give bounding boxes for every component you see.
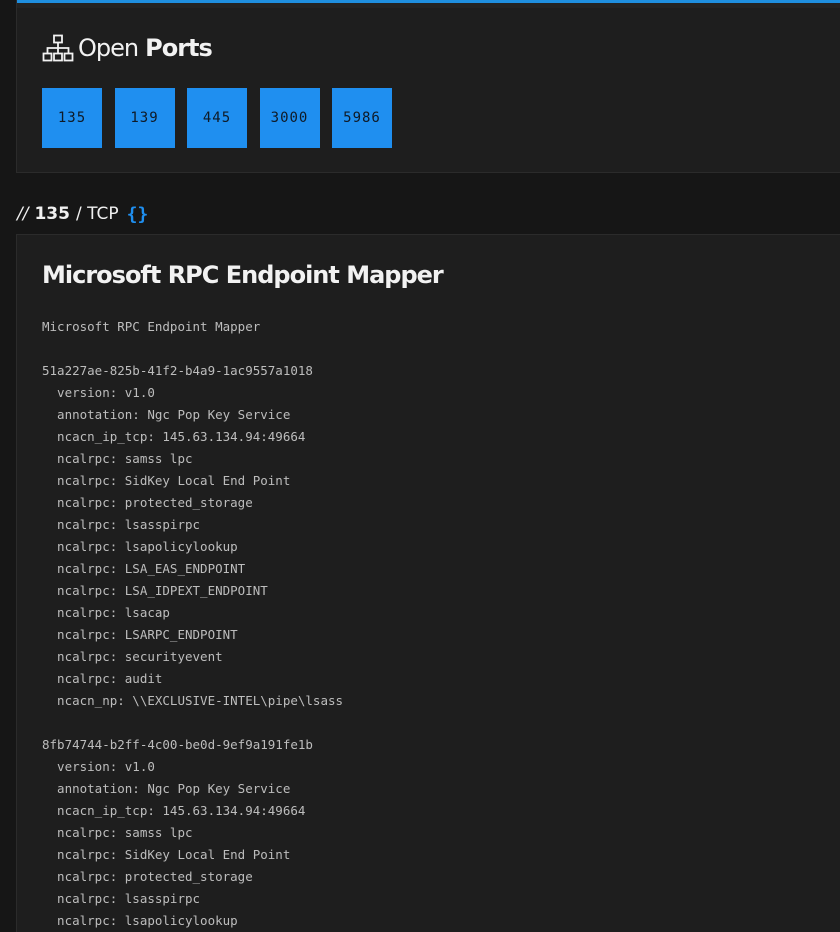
port-button-5986[interactable]: 5986 — [332, 88, 392, 148]
service-banner: Microsoft RPC Endpoint Mapper 51a227ae-8… — [42, 319, 344, 928]
ports-list: 135 139 445 3000 5986 — [42, 88, 405, 148]
service-card: Microsoft RPC Endpoint Mapper Microsoft … — [16, 234, 840, 932]
service-port-number: 135 — [34, 204, 70, 224]
port-button-3000[interactable]: 3000 — [259, 88, 320, 148]
service-protocol: / TCP — [75, 204, 119, 224]
open-ports-heading: Open Ports — [42, 33, 213, 63]
heading-open-text: Open — [78, 34, 139, 62]
raw-data-braces-icon[interactable]: {} — [127, 204, 149, 225]
card-accent-line — [17, 0, 840, 8]
service-title: Microsoft RPC Endpoint Mapper — [42, 261, 444, 289]
port-button-135[interactable]: 135 — [42, 88, 102, 148]
header-slashes: // — [17, 204, 29, 224]
page: Open Ports 135 139 445 3000 5986 // 135 … — [0, 0, 840, 932]
heading-ports-text: Ports — [145, 34, 213, 62]
port-button-139[interactable]: 139 — [114, 88, 175, 148]
port-button-445[interactable]: 445 — [187, 88, 247, 148]
sitemap-icon — [42, 34, 74, 62]
open-ports-card: Open Ports 135 139 445 3000 5986 — [16, 0, 840, 173]
service-port-header: // 135 / TCP {} — [17, 202, 148, 226]
